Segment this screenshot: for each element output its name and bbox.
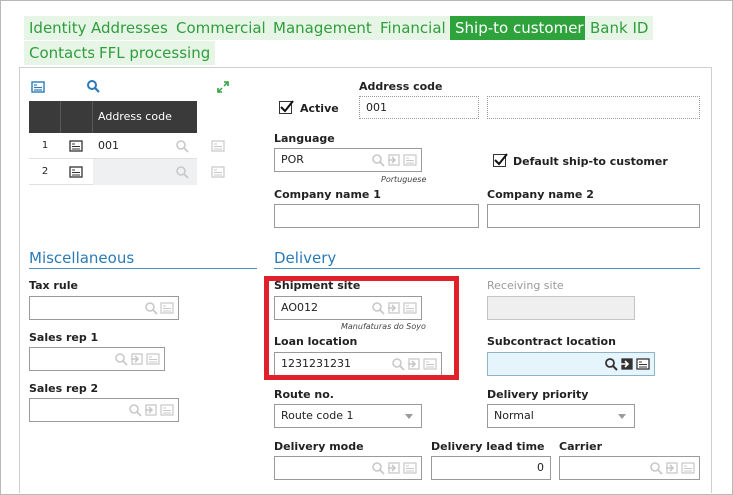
row-detail-icon[interactable]	[69, 139, 83, 153]
row-address-code[interactable]: 001	[98, 133, 158, 159]
delivery-mode-label: Delivery mode	[274, 440, 364, 453]
address-code-field[interactable]: 001	[359, 96, 479, 119]
lookup-icon[interactable]	[144, 301, 158, 315]
delivery-section-rule	[274, 268, 700, 269]
route-no-value: Route code 1	[281, 409, 354, 422]
detail-icon[interactable]	[160, 301, 174, 315]
company-name1-field[interactable]	[274, 204, 479, 228]
tab-ship-to-customer[interactable]: Ship-to customer	[450, 16, 589, 40]
lookup-icon[interactable]	[128, 403, 142, 417]
detail-icon[interactable]	[211, 165, 225, 179]
detail-icon[interactable]	[211, 139, 225, 153]
route-no-label: Route no.	[274, 388, 334, 401]
lookup-icon[interactable]	[114, 352, 128, 366]
delivery-lead-time-field[interactable]: 0	[431, 456, 551, 480]
delivery-priority-select[interactable]: Normal	[487, 404, 635, 428]
misc-section-rule	[29, 268, 257, 269]
address-code-field-2[interactable]	[487, 96, 700, 119]
row-number: 2	[41, 166, 49, 177]
detail-icon[interactable]	[403, 461, 417, 475]
tab-commercial[interactable]: Commercial	[171, 16, 271, 40]
detail-icon[interactable]	[146, 352, 160, 366]
tab-bank-id[interactable]: Bank ID	[585, 16, 654, 40]
address-code-label: Address code	[359, 80, 443, 93]
detail-icon[interactable]	[403, 153, 417, 167]
default-shipto-checkbox[interactable]	[493, 153, 508, 167]
lookup-icon[interactable]	[371, 461, 385, 475]
lookup-icon[interactable]	[371, 153, 385, 167]
company-name2-label: Company name 2	[487, 188, 594, 201]
receiving-site-label: Receiving site	[487, 279, 564, 292]
chevron-down-icon[interactable]	[405, 414, 413, 419]
language-label: Language	[274, 132, 335, 145]
tab-identity[interactable]: Identity	[24, 16, 92, 40]
sales-rep2-label: Sales rep 2	[29, 382, 99, 395]
tab-management[interactable]: Management	[268, 16, 377, 40]
carrier-field[interactable]	[559, 456, 700, 480]
sales-rep1-label: Sales rep 1	[29, 331, 99, 344]
sales-rep2-field[interactable]	[29, 398, 179, 422]
highlight-box	[264, 276, 459, 380]
table-row[interactable]: 1 001	[29, 133, 225, 159]
subcontract-location-field[interactable]	[487, 352, 655, 376]
detail-icon[interactable]	[636, 357, 650, 371]
table-row[interactable]: 2	[29, 159, 225, 185]
company-name2-field[interactable]	[487, 204, 700, 228]
row-number: 1	[41, 140, 49, 151]
lookup-icon[interactable]	[175, 165, 189, 179]
language-description: Portuguese	[381, 175, 427, 184]
detail-icon[interactable]	[160, 403, 174, 417]
lookup-icon[interactable]	[604, 357, 618, 371]
jump-to-icon[interactable]	[665, 461, 679, 475]
misc-section-title: Miscellaneous	[29, 249, 135, 267]
tax-rule-field[interactable]	[29, 296, 179, 320]
carrier-label: Carrier	[559, 440, 603, 453]
sales-rep1-field[interactable]	[29, 347, 165, 371]
delivery-mode-field[interactable]	[274, 456, 422, 480]
tab-ffl-processing[interactable]: FFL processing	[94, 41, 216, 65]
jump-to-icon[interactable]	[387, 461, 401, 475]
grid-header-address-code: Address code	[98, 110, 172, 123]
tab-contacts[interactable]: Contacts	[24, 41, 101, 65]
active-checkbox[interactable]	[279, 100, 294, 114]
grid-header: Address code	[29, 101, 197, 133]
row-address-code[interactable]	[98, 159, 158, 185]
tab-financial[interactable]: Financial	[375, 16, 451, 40]
delivery-priority-value: Normal	[494, 409, 534, 422]
row-detail-icon[interactable]	[69, 165, 83, 179]
lookup-icon[interactable]	[175, 139, 189, 153]
tax-rule-label: Tax rule	[29, 279, 78, 292]
active-label: Active	[300, 102, 339, 115]
jump-to-icon[interactable]	[387, 153, 401, 167]
jump-to-icon[interactable]	[620, 357, 634, 371]
list-view-icon[interactable]	[31, 80, 45, 94]
language-field[interactable]: POR	[274, 148, 422, 172]
delivery-section-title: Delivery	[274, 249, 337, 267]
route-no-select[interactable]: Route code 1	[274, 404, 422, 428]
receiving-site-field	[487, 296, 635, 320]
subcontract-location-label: Subcontract location	[487, 335, 616, 348]
detail-icon[interactable]	[681, 461, 695, 475]
language-value: POR	[281, 153, 304, 166]
expand-icon[interactable]	[216, 80, 230, 94]
delivery-lead-time-label: Delivery lead time	[431, 440, 545, 453]
company-name1-label: Company name 1	[274, 188, 381, 201]
delivery-priority-label: Delivery priority	[487, 388, 589, 401]
lookup-icon[interactable]	[649, 461, 663, 475]
jump-to-icon[interactable]	[130, 352, 144, 366]
default-shipto-label: Default ship-to customer	[513, 155, 668, 168]
jump-to-icon[interactable]	[144, 403, 158, 417]
search-icon[interactable]	[86, 79, 100, 93]
tab-addresses[interactable]: Addresses	[86, 16, 173, 40]
chevron-down-icon[interactable]	[618, 414, 626, 419]
